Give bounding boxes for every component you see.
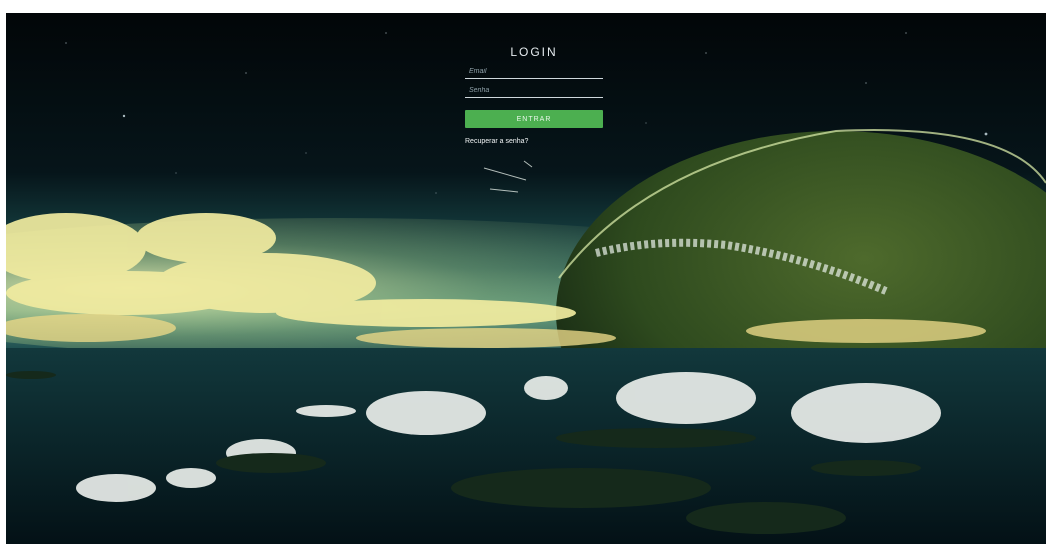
submit-button[interactable]: ENTRAR <box>465 110 603 128</box>
login-form: LOGIN ENTRAR Recuperar a senha? <box>465 45 603 145</box>
recover-password-link[interactable]: Recuperar a senha? <box>465 138 603 145</box>
password-input[interactable] <box>465 84 603 98</box>
page-frame: LOGIN ENTRAR Recuperar a senha? <box>6 13 1046 544</box>
login-title: LOGIN <box>510 45 558 59</box>
email-input[interactable] <box>465 65 603 79</box>
